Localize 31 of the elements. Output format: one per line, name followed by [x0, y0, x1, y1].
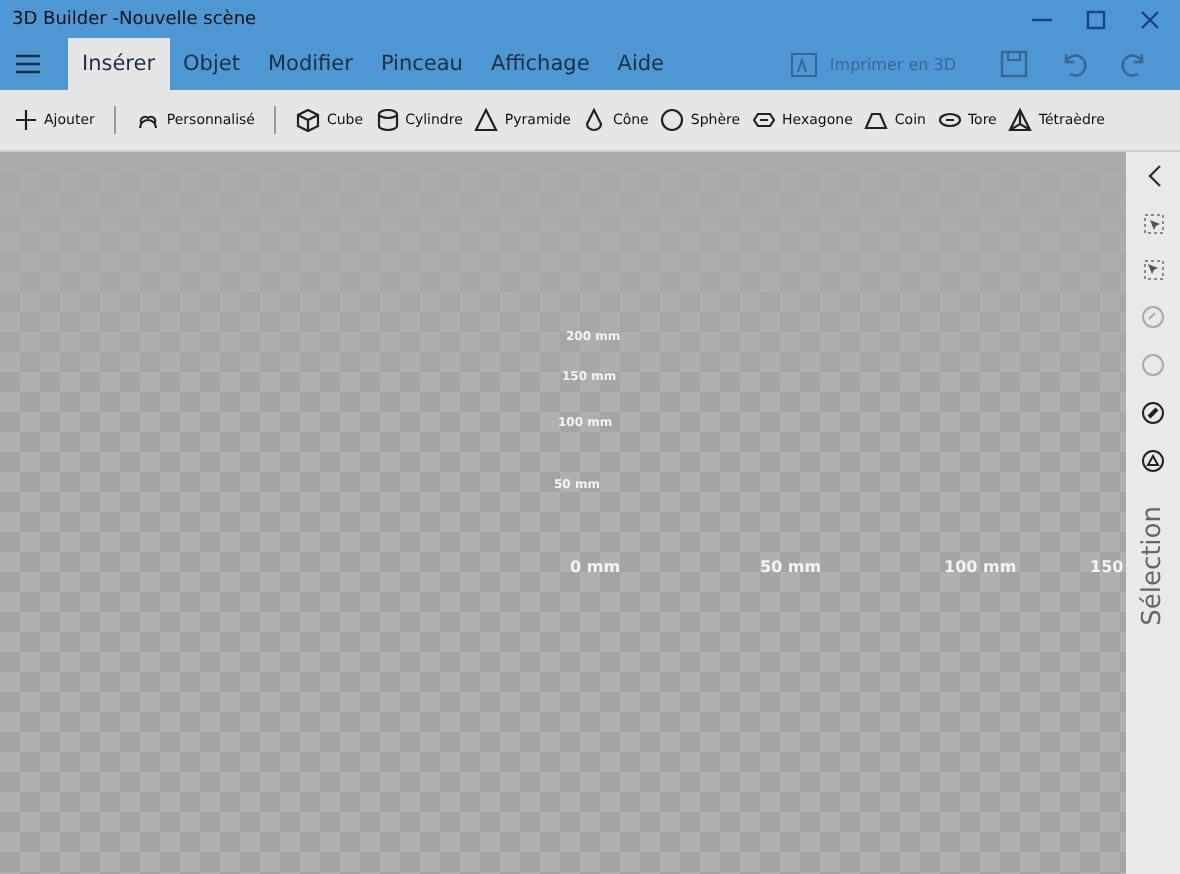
select-icon[interactable] — [1143, 260, 1163, 280]
hexagon-icon — [752, 108, 777, 132]
cube-icon — [296, 108, 321, 132]
window-title: 3D Builder -Nouvelle scène — [12, 9, 259, 29]
torus-icon — [937, 108, 962, 132]
menu-tab[interactable]: Affichage — [476, 38, 604, 90]
wedge-icon — [864, 108, 889, 132]
tetrahedron-icon — [1008, 108, 1033, 132]
circle-icon[interactable] — [1142, 402, 1164, 424]
menu-tab[interactable]: Pinceau — [366, 38, 477, 90]
cylinder-icon — [375, 108, 400, 132]
sphere-icon — [660, 108, 685, 132]
plus-icon — [14, 108, 38, 132]
menu-tab[interactable]: Objet — [169, 38, 254, 90]
ruler-label: 0 mm — [570, 558, 621, 576]
ruler-label: 100 mm — [944, 558, 1017, 576]
maximize-icon[interactable] — [1086, 9, 1106, 29]
menu-tab[interactable]: Insérer — [68, 38, 170, 90]
close-icon[interactable] — [1140, 9, 1160, 29]
printer-3d-icon — [789, 50, 818, 78]
chevron-left-icon[interactable] — [1145, 164, 1161, 188]
select-icon[interactable] — [1143, 214, 1163, 234]
cone-icon — [582, 108, 607, 132]
menu-tab[interactable]: Modifier — [253, 38, 367, 90]
pyramid-icon — [474, 108, 499, 132]
menu-tab[interactable]: Aide — [603, 38, 679, 90]
ruler-label: 50 mm — [760, 558, 822, 576]
ruler-label: 150 — [1090, 558, 1124, 576]
triangle-icon[interactable] — [1142, 450, 1164, 472]
selection-label: Sélection — [1138, 506, 1168, 626]
menu-icon[interactable] — [16, 54, 40, 74]
